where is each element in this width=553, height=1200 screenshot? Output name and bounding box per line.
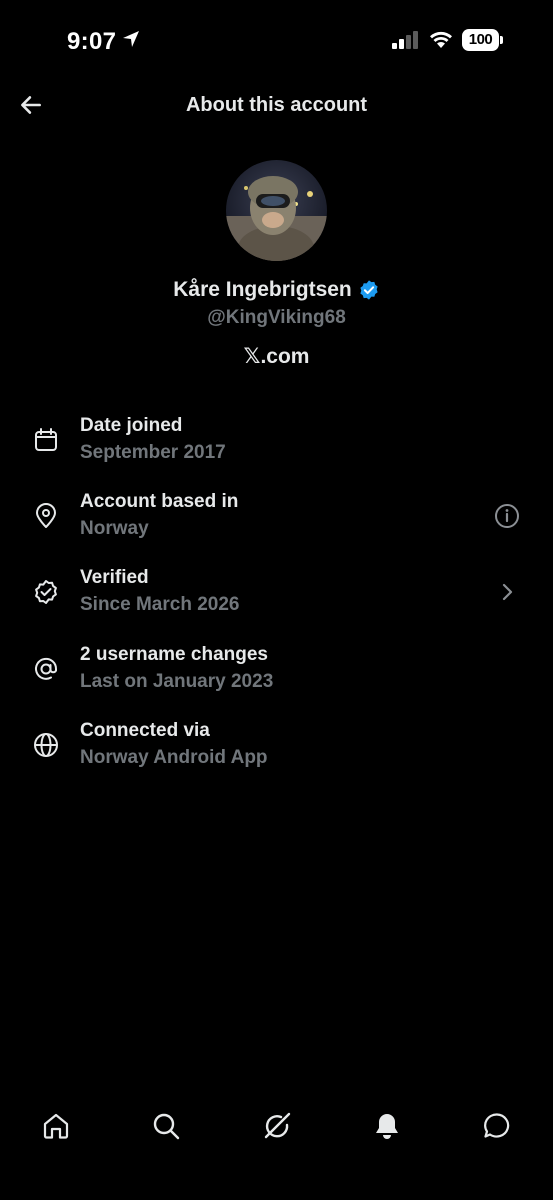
verified-label: Verified [80, 567, 149, 588]
date-joined-label: Date joined [80, 415, 183, 436]
messages-icon [484, 1113, 510, 1138]
chevron-right-icon[interactable] [493, 578, 521, 606]
connected-via-value: Norway Android App [80, 747, 268, 768]
battery-level: 100 [462, 29, 499, 51]
status-time: 9:07 [67, 28, 117, 55]
notifications-bell-icon [376, 1114, 398, 1139]
battery-indicator: 100 [462, 29, 503, 51]
info-icon[interactable] [493, 502, 521, 530]
search-icon [153, 1113, 180, 1140]
at-sign-icon [35, 657, 58, 680]
account-based-in-label: Account based in [80, 491, 239, 512]
connected-via-label: Connected via [80, 720, 210, 741]
verified-check-icon [360, 280, 378, 300]
username-changes-label: 2 username changes [80, 644, 268, 665]
profile-name-row: Kåre Ingebrigtsen [0, 278, 553, 302]
profile-name: Kåre Ingebrigtsen [173, 278, 352, 301]
profile-avatar [226, 160, 327, 261]
status-bar: 9:07 100 [0, 0, 553, 80]
nav-grok[interactable] [261, 1110, 293, 1142]
nav-notifications[interactable] [371, 1110, 403, 1142]
home-icon [43, 1113, 69, 1139]
info-row-verified[interactable]: Verified Since March 2026 [0, 566, 553, 626]
nav-search[interactable] [150, 1110, 182, 1142]
info-row-account-based-in: Account based in Norway [0, 490, 553, 550]
username-changes-value: Last on January 2023 [80, 671, 274, 692]
location-pin-icon [36, 503, 56, 528]
bottom-navigation [0, 1100, 553, 1156]
wifi-icon [430, 31, 452, 48]
nav-home[interactable] [40, 1110, 72, 1142]
about-account-screen: 9:07 100 About this account Kåre Ingebri… [0, 0, 553, 1200]
calendar-icon [35, 428, 57, 451]
verified-value: Since March 2026 [80, 594, 240, 615]
verified-badge-icon [35, 580, 57, 604]
avatar-image [226, 160, 327, 261]
account-based-in-value: Norway [80, 518, 149, 539]
globe-icon [34, 733, 58, 757]
profile-handle: @KingViking68 [207, 307, 346, 328]
location-arrow-icon [123, 31, 139, 47]
info-row-username-changes: 2 username changes Last on January 2023 [0, 643, 553, 703]
nav-messages[interactable] [481, 1110, 513, 1142]
info-row-date-joined: Date joined September 2017 [0, 414, 553, 474]
signal-icon [392, 31, 418, 49]
page-title: About this account [185, 94, 368, 116]
date-joined-value: September 2017 [80, 442, 226, 463]
battery-tip [500, 36, 503, 44]
info-row-connected-via: Connected via Norway Android App [0, 719, 553, 779]
grok-icon [264, 1112, 291, 1139]
site-label: 𝕏.com [243, 345, 310, 368]
